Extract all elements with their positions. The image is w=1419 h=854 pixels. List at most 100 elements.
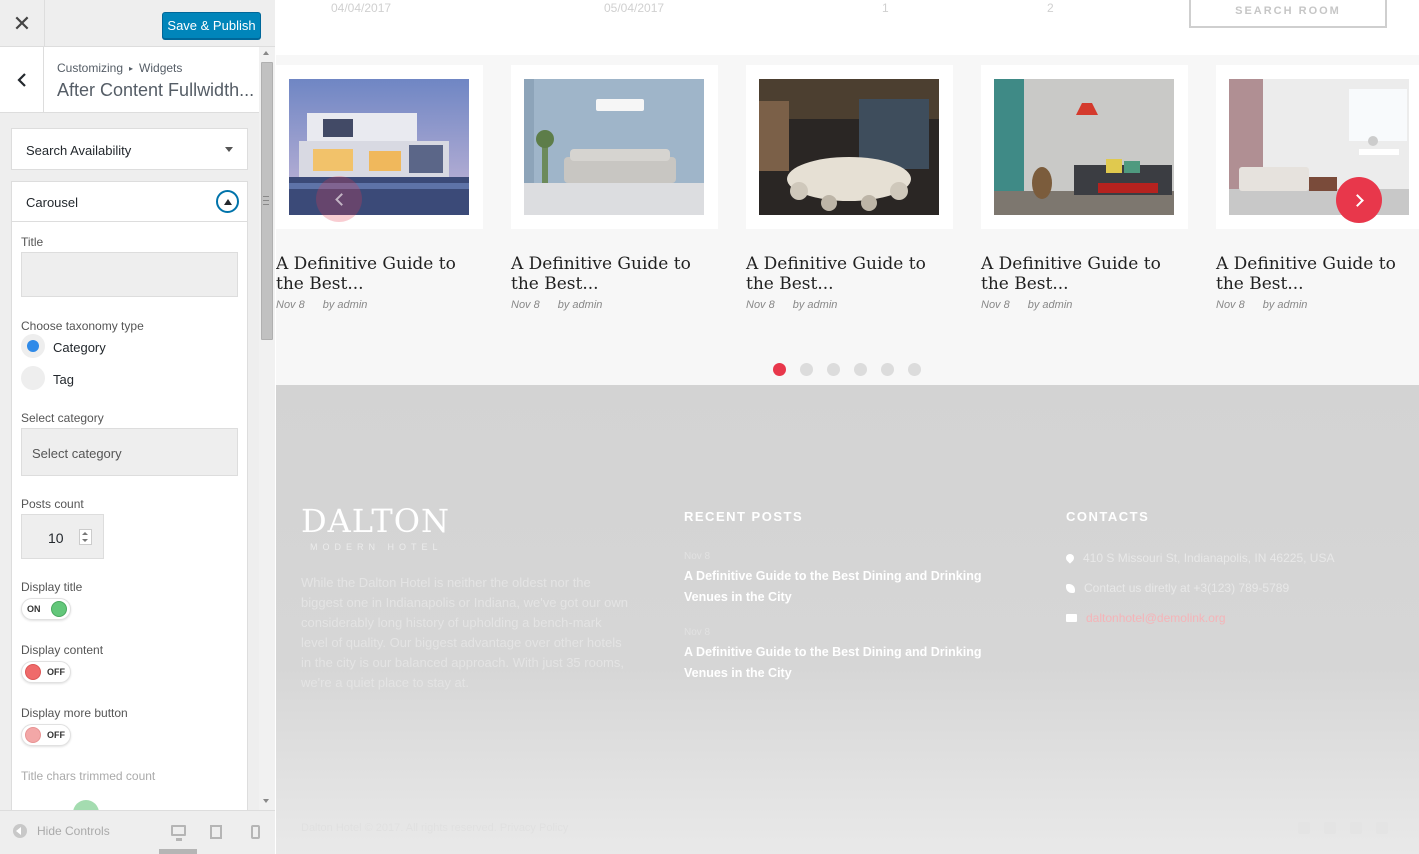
scroll-down-icon[interactable] [263, 799, 269, 803]
carousel-pagination [773, 363, 921, 376]
radio-tag[interactable] [21, 366, 45, 390]
email-link[interactable]: daltonhotel@demolink.org [1086, 611, 1226, 625]
carousel-dot[interactable] [800, 363, 813, 376]
phone-text: Contact us diretly at +3(123) 789-5789 [1084, 581, 1290, 595]
twitter-icon[interactable] [1324, 822, 1336, 834]
address-text: 410 S Missouri St, Indianapolis, IN 4622… [1083, 551, 1335, 565]
carousel-dot[interactable] [908, 363, 921, 376]
chevron-left-icon [334, 192, 348, 206]
carousel-card[interactable] [981, 65, 1188, 229]
site-footer: DALTON MODERN HOTEL While the Dalton Hot… [276, 385, 1419, 854]
site-logo[interactable]: DALTON MODERN HOTEL [301, 502, 450, 552]
tablet-preview-icon[interactable] [210, 825, 222, 839]
carousel-dot[interactable] [773, 363, 786, 376]
booking-form: 04/04/2017 05/04/2017 1 2 SEARCH ROOM [276, 0, 1419, 55]
card-image-teal-lounge[interactable] [994, 79, 1174, 215]
mail-icon [1066, 614, 1077, 622]
mobile-preview-icon[interactable] [251, 825, 260, 839]
card-image-dining-hall[interactable] [759, 79, 939, 215]
carousel-card[interactable] [511, 65, 718, 229]
map-pin-icon [1064, 552, 1076, 564]
breadcrumb-section: Widgets [139, 61, 183, 75]
carousel-next-button[interactable] [1336, 177, 1382, 223]
card-author[interactable]: by admin [323, 299, 368, 311]
posts-count-label: Posts count [21, 497, 84, 511]
card-author[interactable]: by admin [558, 299, 603, 311]
close-customizer-button[interactable]: ✕ [0, 0, 45, 47]
display-content-label: Display content [21, 643, 104, 657]
posts-count-stepper[interactable]: 10 [21, 514, 104, 559]
carousel-card[interactable] [746, 65, 953, 229]
toggle-state: ON [27, 604, 41, 614]
panel-header: Customizing ▸ Widgets After Content Fullwi… [0, 47, 259, 113]
card-title[interactable]: A Definitive Guide to the Best... [1216, 254, 1419, 294]
resize-grip-icon[interactable] [263, 196, 269, 205]
facebook-icon[interactable] [1298, 822, 1310, 834]
expand-arrow-icon[interactable] [225, 147, 233, 152]
category-select[interactable]: Select category [21, 428, 238, 476]
title-input[interactable] [21, 252, 238, 297]
widget-title: Search Availability [26, 143, 132, 158]
card-date: Nov 8 [276, 299, 305, 311]
google-plus-icon[interactable] [1350, 822, 1362, 834]
display-title-toggle[interactable]: ON [21, 598, 71, 620]
card-title[interactable]: A Definitive Guide to the Best... [746, 254, 956, 294]
hide-controls-label: Hide Controls [37, 824, 110, 838]
radio-tag-label: Tag [53, 372, 74, 387]
save-publish-button[interactable]: Save & Publish [162, 12, 261, 39]
contact-address: 410 S Missouri St, Indianapolis, IN 4622… [1064, 551, 1335, 565]
search-room-button[interactable]: SEARCH ROOM [1189, 0, 1387, 28]
display-more-toggle[interactable]: OFF [21, 724, 71, 746]
post-date: Nov 8 [684, 551, 711, 562]
card-meta: Nov 8 by admin [1216, 299, 1307, 311]
carousel-dot[interactable] [827, 363, 840, 376]
checkout-field[interactable]: 05/04/2017 [604, 1, 664, 15]
carousel-card[interactable] [1216, 65, 1419, 229]
card-date: Nov 8 [981, 299, 1010, 311]
display-content-toggle[interactable]: OFF [21, 661, 71, 683]
recent-post-link[interactable]: A Definitive Guide to the Best Dining an… [684, 642, 984, 684]
card-title[interactable]: A Definitive Guide to the Best... [981, 254, 1191, 294]
customizer-header: ✕ Save & Publish [0, 0, 275, 47]
card-image-white-apartment[interactable] [1229, 79, 1409, 215]
chevron-left-icon [16, 73, 26, 87]
carousel-dot[interactable] [854, 363, 867, 376]
card-image-blue-living-room[interactable] [524, 79, 704, 215]
card-meta: Nov 8 by admin [511, 299, 602, 311]
carousel-prev-button[interactable] [316, 176, 362, 222]
post-date: Nov 8 [684, 627, 711, 638]
breadcrumb: Customizing ▸ Widgets [57, 61, 182, 75]
breadcrumb-root: Customizing [57, 61, 124, 75]
radio-category[interactable] [21, 334, 45, 358]
widget-title: Carousel [26, 195, 79, 210]
phone-icon [1066, 583, 1075, 593]
card-author[interactable]: by admin [1263, 299, 1308, 311]
carousel-dot[interactable] [881, 363, 894, 376]
customizer-footer: Hide Controls [0, 810, 275, 854]
contact-phone: Contact us diretly at +3(123) 789-5789 [1066, 581, 1289, 595]
scroll-up-icon[interactable] [263, 51, 269, 55]
spinner-arrows-icon[interactable] [79, 529, 92, 545]
children-field[interactable]: 2 [1047, 1, 1054, 15]
widget-search-availability[interactable]: Search Availability [11, 128, 248, 170]
back-button[interactable] [0, 47, 44, 113]
card-title[interactable]: A Definitive Guide to the Best... [511, 254, 721, 294]
recent-post-link[interactable]: A Definitive Guide to the Best Dining an… [684, 566, 984, 608]
instagram-icon[interactable] [1376, 822, 1388, 834]
title-label: Title [21, 235, 44, 249]
active-device-indicator [159, 849, 197, 854]
logo-subtitle: MODERN HOTEL [310, 542, 443, 552]
card-author[interactable]: by admin [793, 299, 838, 311]
widget-header[interactable]: Carousel [12, 182, 247, 222]
slider-handle[interactable] [73, 800, 99, 810]
adults-field[interactable]: 1 [882, 1, 889, 15]
checkin-field[interactable]: 04/04/2017 [331, 1, 391, 15]
display-more-label: Display more button [21, 706, 128, 720]
card-title[interactable]: A Definitive Guide to the Best... [276, 254, 486, 294]
desktop-preview-icon[interactable] [171, 825, 186, 841]
breadcrumb-separator-icon: ▸ [129, 64, 134, 73]
card-author[interactable]: by admin [1028, 299, 1073, 311]
collapse-toggle-icon[interactable] [216, 190, 239, 213]
carousel-card[interactable] [276, 65, 483, 229]
hide-controls-button[interactable]: Hide Controls [13, 824, 110, 838]
